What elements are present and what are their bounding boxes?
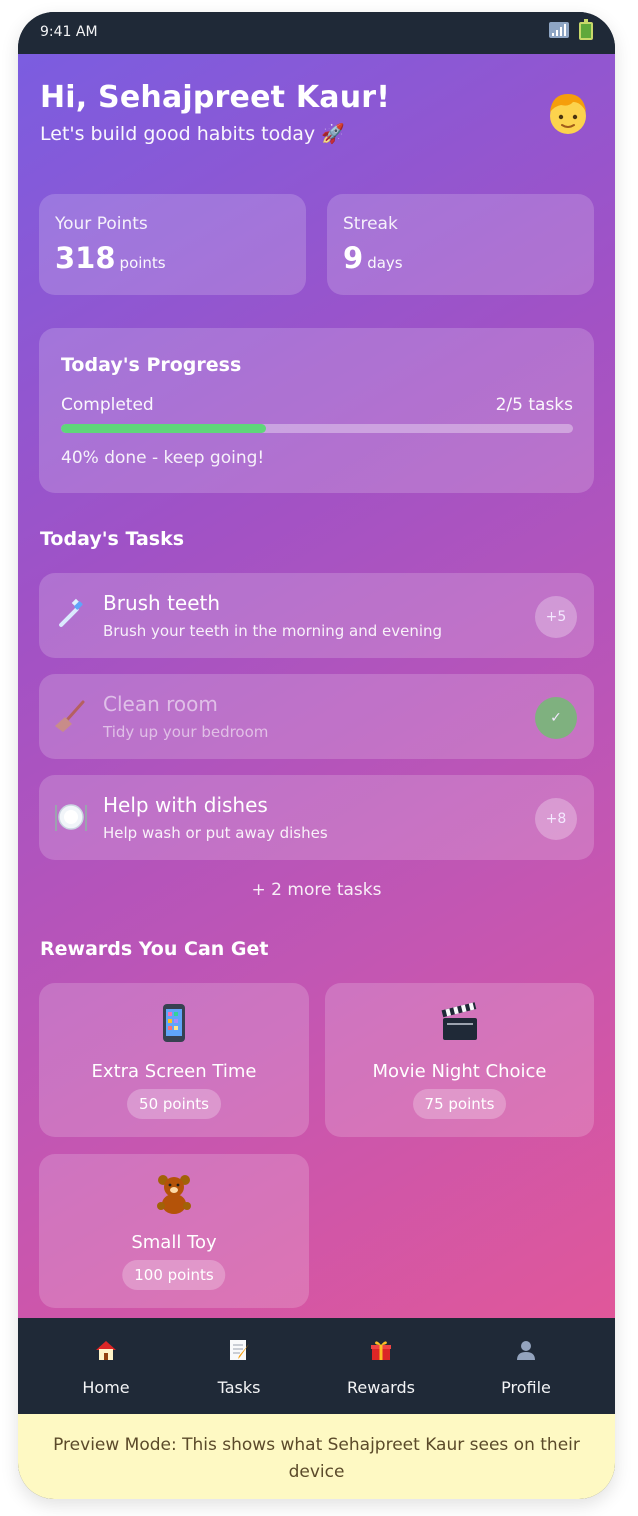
bottom-nav: Home Tasks Rewards Profile	[18, 1318, 615, 1414]
reward-cost: 75 points	[412, 1089, 507, 1119]
points-number: 318	[55, 241, 116, 275]
reward-name: Movie Night Choice	[372, 1061, 547, 1082]
points-unit: points	[119, 254, 166, 272]
gift-icon	[371, 1341, 391, 1360]
boy-face-icon[interactable]	[543, 88, 593, 138]
progress-bar-fill	[61, 424, 266, 433]
reward-card[interactable]: Movie Night Choice 75 points	[325, 983, 594, 1137]
points-value: 318 points	[55, 241, 166, 275]
tasks-section-title: Today's Tasks	[40, 528, 185, 550]
task-item[interactable]: Clean room Tidy up your bedroom ✓	[39, 674, 594, 759]
status-time: 9:41 AM	[40, 24, 98, 40]
reward-name: Extra Screen Time	[91, 1061, 257, 1082]
streak-unit: days	[367, 254, 403, 272]
nav-item-tasks[interactable]: Tasks	[184, 1318, 294, 1414]
reward-cost: 50 points	[127, 1089, 221, 1119]
task-complete-check-icon: ✓	[535, 697, 577, 739]
status-icons	[549, 19, 593, 40]
progress-card: Today's Progress Completed 2/5 tasks 40%…	[39, 328, 594, 493]
greeting-title: Hi, Sehajpreet Kaur!	[40, 80, 391, 115]
nav-label: Tasks	[217, 1378, 261, 1397]
broom-icon	[55, 700, 85, 732]
reward-name: Small Toy	[131, 1232, 217, 1253]
teddy-bear-icon	[157, 1175, 191, 1214]
plate-icon	[55, 804, 87, 831]
progress-message: 40% done - keep going!	[61, 448, 265, 468]
progress-count: 2/5 tasks	[495, 395, 573, 415]
task-points-badge: +5	[535, 596, 577, 638]
more-tasks-link[interactable]: + 2 more tasks	[18, 880, 615, 900]
clapperboard-icon	[441, 1002, 477, 1040]
house-icon	[96, 1341, 116, 1360]
reward-cost: 100 points	[122, 1260, 226, 1290]
toothbrush-icon	[59, 598, 83, 627]
progress-bar	[61, 424, 573, 433]
task-item[interactable]: Brush teeth Brush your teeth in the morn…	[39, 573, 594, 658]
rewards-section-title: Rewards You Can Get	[40, 938, 269, 960]
reward-card[interactable]: Small Toy 100 points	[39, 1154, 309, 1308]
streak-number: 9	[343, 241, 364, 275]
progress-title: Today's Progress	[61, 354, 242, 376]
nav-item-profile[interactable]: Profile	[471, 1318, 581, 1414]
points-label: Your Points	[55, 214, 148, 234]
streak-value: 9 days	[343, 241, 403, 275]
nav-label: Rewards	[347, 1378, 415, 1397]
task-item[interactable]: Help with dishes Help wash or put away d…	[39, 775, 594, 860]
task-points-badge: +8	[535, 798, 577, 840]
streak-card: Streak 9 days	[327, 194, 594, 295]
notepad-icon	[230, 1340, 249, 1360]
nav-item-home[interactable]: Home	[51, 1318, 161, 1414]
task-description: Brush your teeth in the morning and even…	[103, 622, 443, 640]
task-description: Tidy up your bedroom	[103, 723, 269, 741]
points-card: Your Points 318 points	[39, 194, 306, 295]
task-title: Clean room	[103, 692, 218, 716]
phone-frame: 9:41 AM Hi, Sehajpreet Kaur! Let's build…	[18, 12, 615, 1499]
task-title: Brush teeth	[103, 591, 221, 615]
battery-icon	[579, 19, 593, 40]
task-title: Help with dishes	[103, 793, 268, 817]
phone-icon	[163, 1004, 185, 1042]
streak-label: Streak	[343, 214, 398, 234]
nav-item-rewards[interactable]: Rewards	[326, 1318, 436, 1414]
signal-icon	[549, 22, 569, 38]
reward-card[interactable]: Extra Screen Time 50 points	[39, 983, 309, 1137]
greeting-subtitle: Let's build good habits today 🚀	[40, 123, 345, 145]
nav-label: Home	[82, 1378, 130, 1397]
status-bar: 9:41 AM	[18, 12, 615, 54]
task-description: Help wash or put away dishes	[103, 824, 328, 842]
nav-label: Profile	[501, 1378, 551, 1397]
person-icon	[517, 1341, 535, 1360]
progress-label: Completed	[61, 395, 154, 415]
preview-mode-banner: Preview Mode: This shows what Sehajpreet…	[18, 1414, 615, 1499]
home-screen: Hi, Sehajpreet Kaur! Let's build good ha…	[18, 54, 615, 1318]
